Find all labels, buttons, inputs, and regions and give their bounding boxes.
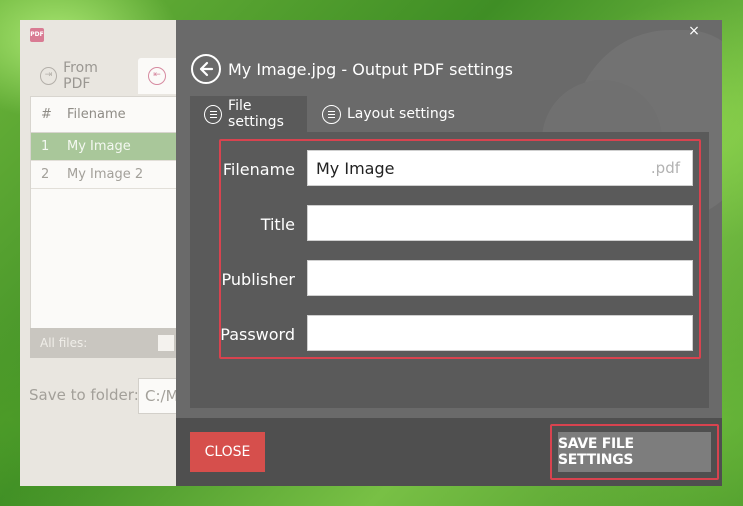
to-pdf-icon: ⇤	[148, 67, 166, 85]
file-settings-form: Filename My Image .pdf Title Publisher P…	[219, 139, 701, 359]
password-label: Password	[220, 325, 295, 344]
close-button[interactable]: CLOSE	[190, 432, 265, 472]
password-field[interactable]	[307, 315, 693, 351]
tab-file-settings[interactable]: File settings	[190, 96, 307, 132]
row-filename: My Image	[67, 139, 131, 154]
row-filename: My Image 2	[67, 167, 144, 182]
all-files-bar: All files:	[30, 328, 200, 358]
from-pdf-icon: ⇥	[40, 67, 58, 85]
save-to-folder-label: Save to folder:	[29, 386, 139, 404]
filename-label: Filename	[222, 160, 295, 179]
file-settings-panel: Filename My Image .pdf Title Publisher P…	[190, 132, 709, 408]
back-button[interactable]	[191, 54, 221, 84]
title-field[interactable]	[307, 205, 693, 241]
save-file-settings-button[interactable]: SAVE FILE SETTINGS	[558, 432, 711, 472]
table-header: # Filename	[31, 97, 199, 133]
column-header-number: #	[41, 107, 52, 122]
publisher-label: Publisher	[221, 270, 295, 289]
all-files-label: All files:	[40, 336, 88, 350]
publisher-field[interactable]	[307, 260, 693, 296]
save-button-highlight: SAVE FILE SETTINGS	[550, 424, 719, 480]
dialog-footer: CLOSE SAVE FILE SETTINGS	[176, 418, 722, 486]
tab-from-pdf[interactable]: ⇥ From PDF	[30, 58, 136, 94]
filename-value: My Image	[316, 158, 395, 178]
layout-icon	[322, 104, 341, 124]
file-table: # Filename 1 My Image 2 My Image 2	[30, 96, 200, 358]
all-files-checkbox[interactable]	[158, 335, 174, 351]
app-logo: PDF	[30, 28, 44, 42]
filename-field[interactable]: My Image .pdf	[307, 150, 693, 186]
tab-layout-settings[interactable]: Layout settings	[308, 96, 458, 132]
row-number: 2	[41, 167, 50, 182]
file-icon	[204, 104, 223, 124]
row-number: 1	[41, 139, 50, 154]
title-label: Title	[260, 215, 295, 234]
column-header-filename: Filename	[67, 107, 126, 122]
dialog-title: My Image.jpg - Output PDF settings	[228, 60, 513, 79]
arrow-left-icon	[199, 61, 214, 77]
close-icon[interactable]: ×	[686, 23, 702, 39]
output-settings-dialog: × My Image.jpg - Output PDF settings Fil…	[176, 20, 722, 486]
tab-file-settings-label: File settings	[228, 98, 284, 130]
filename-extension: .pdf	[650, 159, 680, 177]
table-row[interactable]: 2 My Image 2	[31, 161, 199, 189]
tab-from-pdf-label: From PDF	[63, 60, 98, 92]
tab-layout-settings-label: Layout settings	[347, 106, 455, 122]
table-row[interactable]: 1 My Image	[31, 133, 199, 161]
